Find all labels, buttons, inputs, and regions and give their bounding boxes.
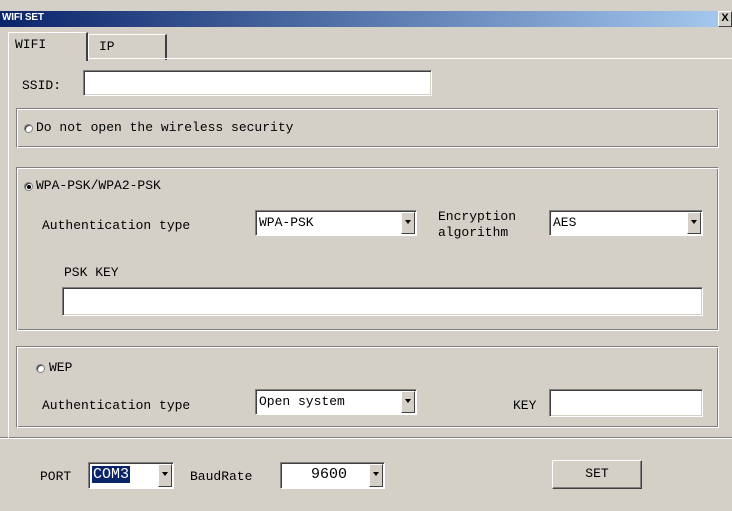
port-value: COM3 (92, 466, 131, 483)
baudrate-value: 9600 (311, 466, 348, 483)
port-select[interactable]: COM3 (88, 462, 174, 489)
chevron-down-icon[interactable] (158, 464, 172, 487)
port-label: PORT (40, 469, 72, 484)
wifi-tab-page (8, 58, 732, 439)
wifi-set-window: WIFI SET X WIFI IP SSID: Do not open the… (0, 0, 732, 511)
baudrate-label: BaudRate (190, 469, 253, 484)
tab-wifi[interactable]: WIFI (8, 32, 88, 61)
set-button-label: SET (585, 466, 609, 481)
chevron-down-icon[interactable] (369, 464, 383, 487)
tab-ip[interactable]: IP (88, 34, 167, 60)
tab-wifi-label: WIFI (15, 37, 47, 52)
title-bar: WIFI SET X (0, 11, 732, 27)
baudrate-select[interactable]: 9600 (280, 462, 385, 489)
window-title: WIFI SET (2, 12, 44, 23)
tab-ip-label: IP (99, 39, 115, 54)
set-button[interactable]: SET (552, 460, 642, 489)
close-button[interactable]: X (718, 11, 732, 27)
